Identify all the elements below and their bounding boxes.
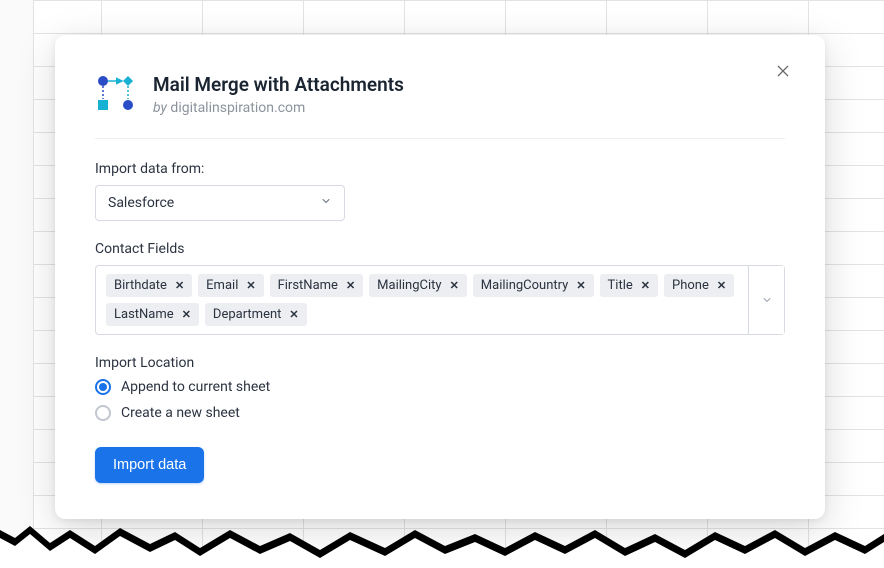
chip-remove-icon[interactable]: ✕	[717, 279, 726, 292]
field-chip: MailingCountry ✕	[473, 274, 594, 297]
fields-label: Contact Fields	[95, 241, 785, 257]
location-option[interactable]: Create a new sheet	[95, 405, 785, 421]
field-chip: Title ✕	[600, 274, 658, 297]
radio-icon	[95, 405, 111, 421]
chip-remove-icon[interactable]: ✕	[175, 279, 184, 292]
field-chip-label: Phone	[672, 278, 709, 293]
field-chip-label: MailingCountry	[481, 278, 569, 293]
radio-icon	[95, 379, 111, 395]
field-chip-label: LastName	[114, 307, 174, 322]
field-chip-label: FirstName	[278, 278, 338, 293]
field-chip: Birthdate ✕	[106, 274, 192, 297]
chip-remove-icon[interactable]: ✕	[246, 279, 255, 292]
field-chip: Email ✕	[198, 274, 263, 297]
import-button[interactable]: Import data	[95, 447, 204, 483]
field-chip: Department ✕	[205, 303, 307, 326]
field-chip: Phone ✕	[664, 274, 734, 297]
location-option-label: Create a new sheet	[121, 405, 240, 421]
field-chip: MailingCity ✕	[369, 274, 467, 297]
dialog-header: Mail Merge with Attachments by digitalin…	[95, 73, 785, 139]
field-chip-label: Birthdate	[114, 278, 167, 293]
chip-remove-icon[interactable]: ✕	[450, 279, 459, 292]
field-chip-label: Title	[608, 278, 633, 293]
field-chip-label: Department	[213, 307, 282, 322]
location-radio-group: Append to current sheet Create a new shee…	[95, 379, 785, 421]
fields-section: Contact Fields Birthdate✕Email✕FirstName…	[95, 241, 785, 335]
location-option-label: Append to current sheet	[121, 379, 270, 395]
import-dialog: Mail Merge with Attachments by digitalin…	[55, 35, 825, 519]
chip-remove-icon[interactable]: ✕	[576, 279, 585, 292]
chip-remove-icon[interactable]: ✕	[641, 279, 650, 292]
source-label: Import data from:	[95, 161, 785, 177]
field-chip: LastName ✕	[106, 303, 199, 326]
chip-remove-icon[interactable]: ✕	[346, 279, 355, 292]
chevron-down-icon	[761, 294, 773, 306]
dialog-byline: by digitalinspiration.com	[153, 100, 404, 116]
field-chip-label: Email	[206, 278, 238, 293]
chevron-down-icon	[320, 195, 332, 211]
source-select[interactable]: Salesforce	[95, 185, 345, 221]
location-option[interactable]: Append to current sheet	[95, 379, 785, 395]
field-chip-label: MailingCity	[377, 278, 441, 293]
chip-remove-icon[interactable]: ✕	[289, 308, 298, 321]
workflow-icon	[95, 73, 135, 113]
dialog-title: Mail Merge with Attachments	[153, 73, 404, 96]
location-section: Import Location Append to current sheet C…	[95, 355, 785, 421]
app-logo	[95, 73, 135, 113]
close-button[interactable]	[771, 59, 795, 83]
location-label: Import Location	[95, 355, 785, 371]
source-select-value: Salesforce	[108, 195, 174, 211]
row-header-strip	[0, 0, 34, 568]
close-icon	[775, 63, 791, 79]
source-section: Import data from: Salesforce	[95, 161, 785, 221]
chips-container: Birthdate✕Email✕FirstName✕MailingCity✕Ma…	[96, 266, 748, 334]
chip-remove-icon[interactable]: ✕	[182, 308, 191, 321]
field-chip: FirstName ✕	[270, 274, 364, 297]
fields-dropdown-toggle[interactable]	[748, 266, 784, 334]
fields-multiselect[interactable]: Birthdate✕Email✕FirstName✕MailingCity✕Ma…	[95, 265, 785, 335]
